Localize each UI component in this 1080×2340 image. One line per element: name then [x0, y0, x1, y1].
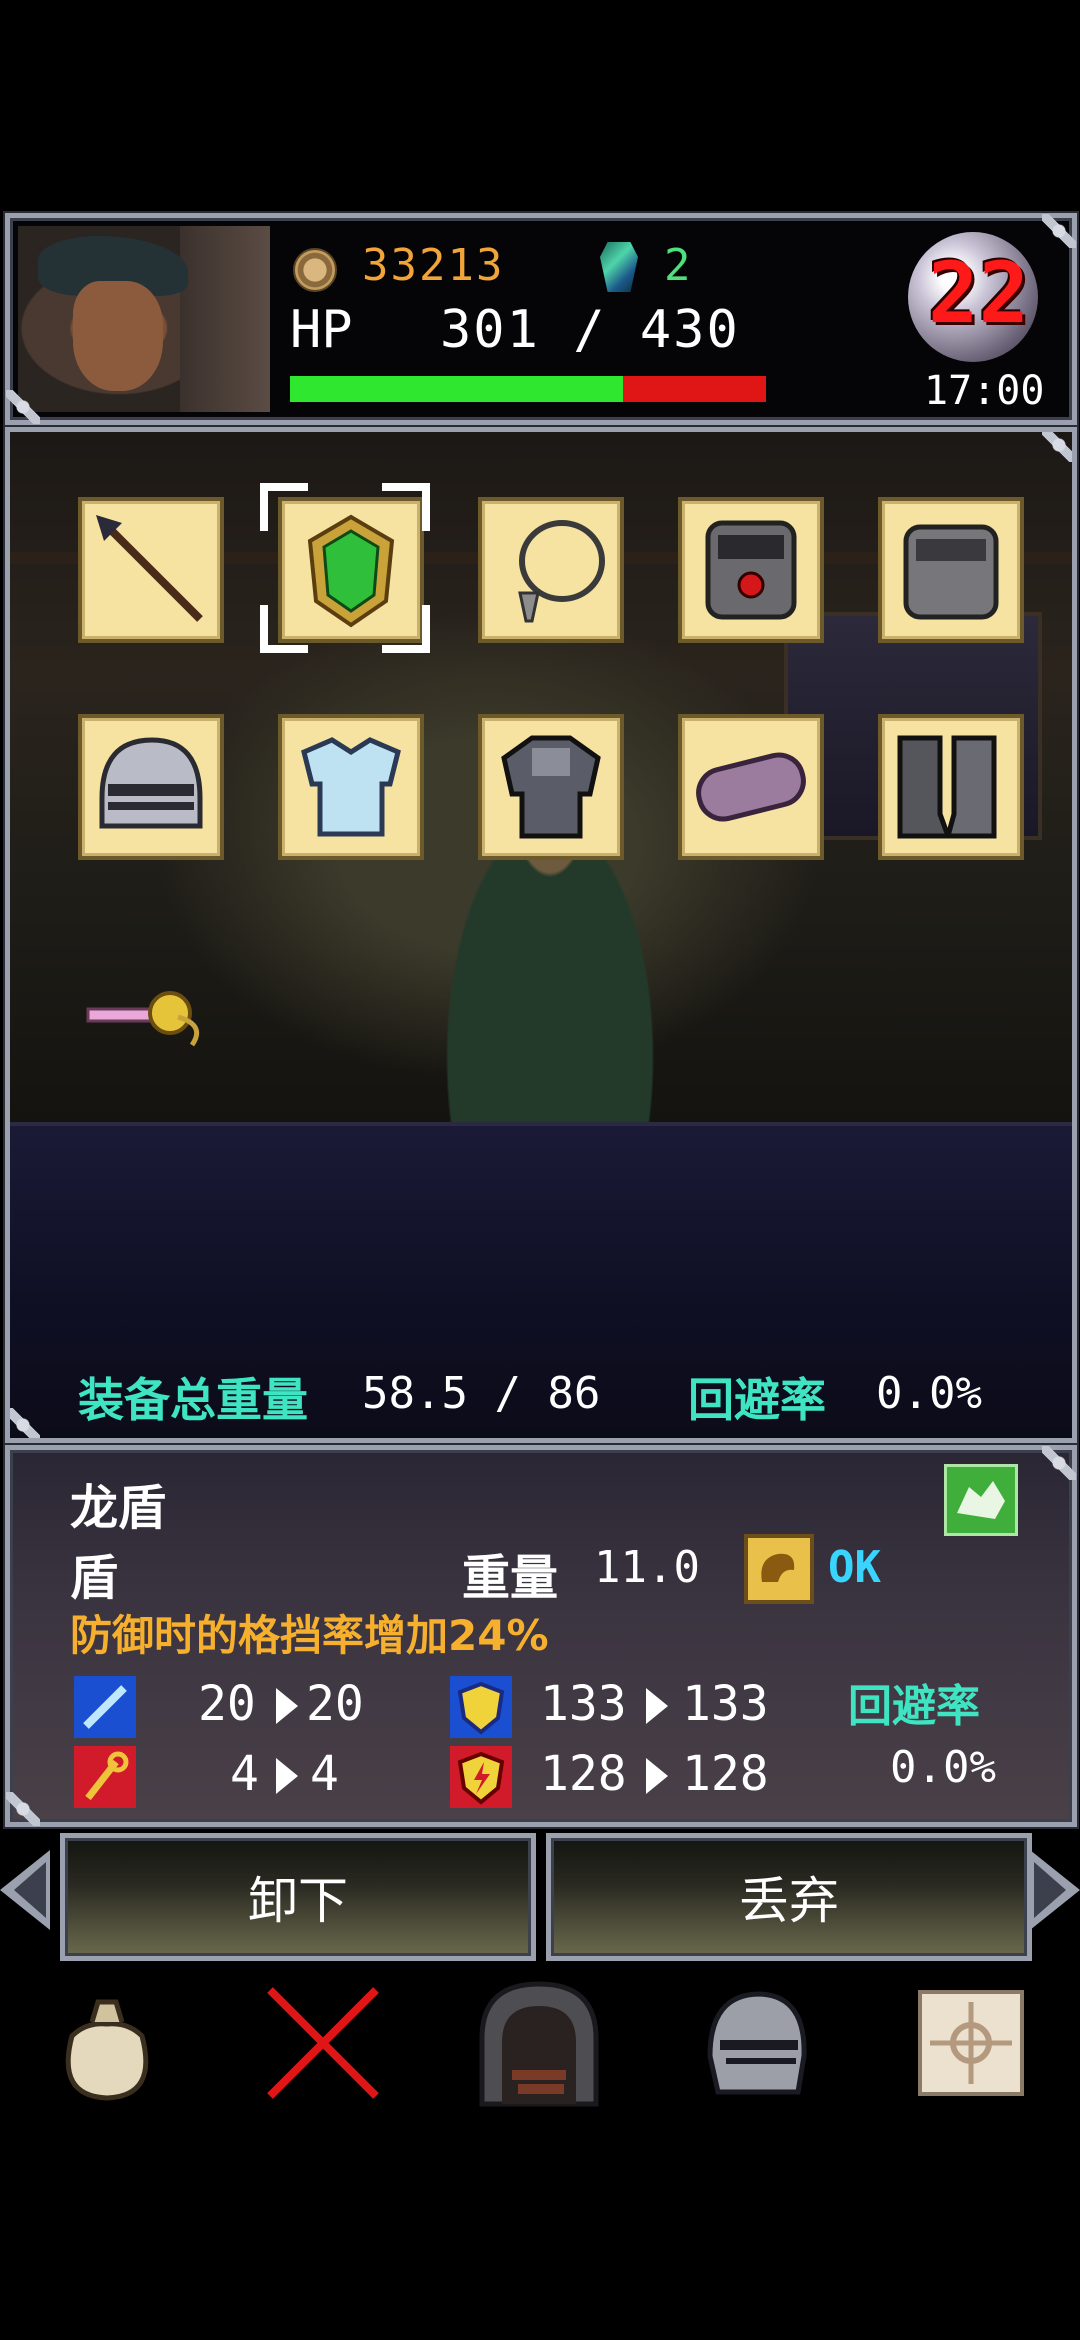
coin-count: 33213 [362, 240, 505, 291]
slot-spear[interactable] [78, 497, 224, 643]
coin-icon [293, 248, 337, 292]
frame-corner-ornament [6, 390, 40, 424]
arrow-right-icon [276, 1688, 298, 1724]
purple-gauntlet-icon [696, 752, 806, 822]
attack-new: 20 [306, 1676, 364, 1732]
equipment-button[interactable] [690, 1978, 820, 2108]
gem-count: 2 [664, 240, 691, 291]
slot-pendant[interactable] [478, 497, 624, 643]
item-weight-value: 11.0 [594, 1542, 700, 1593]
equipment-panel: 装备总重量 58.5 / 86 回避率 0.0% [5, 427, 1077, 1443]
staff-icon [74, 1746, 136, 1808]
slot-dark-armor[interactable] [478, 714, 624, 860]
pendant-icon [518, 520, 605, 623]
strength-icon [744, 1534, 814, 1604]
evasion-value: 0.0% [876, 1368, 982, 1419]
magic-shield-icon [450, 1746, 512, 1808]
gem-icon [600, 242, 638, 292]
item-detail-panel: 龙盾 盾 重量 11.0 OK 防御时的格挡率增加24% 20 20 133 1… [5, 1445, 1077, 1827]
iron-boots-icon [897, 735, 997, 839]
defense-current: 133 [540, 1676, 627, 1732]
slot-rapier[interactable] [78, 947, 216, 1085]
slot-steel-helmet[interactable] [78, 714, 224, 860]
attack-current: 20 [198, 1676, 256, 1732]
slot-purple-gauntlet[interactable] [678, 714, 824, 860]
frame-corner-ornament [6, 1792, 40, 1826]
magic-defense-current: 128 [540, 1746, 627, 1802]
item-name: 龙盾 [70, 1480, 167, 1536]
iron-bracer-icon [903, 524, 999, 620]
dark-armor-icon [501, 735, 601, 839]
shield-icon [450, 1676, 512, 1738]
item-weight-label: 重量 [462, 1550, 559, 1606]
hp-bar-fill [290, 376, 624, 402]
requirement-ok-label: OK [828, 1542, 881, 1593]
evasion-label: 回避率 [688, 1373, 826, 1427]
map-button[interactable] [906, 1978, 1036, 2108]
left-ornament-icon [0, 1850, 50, 1930]
selection-bracket [382, 483, 430, 531]
red-gem-bracer-icon [705, 520, 797, 620]
selection-bracket [382, 605, 430, 653]
magic-defense-new: 128 [682, 1746, 769, 1802]
evasion-label: 回避率 [848, 1681, 980, 1732]
selection-bracket [260, 483, 308, 531]
unequip-button[interactable]: 卸下 [60, 1833, 536, 1961]
hp-value: 301 / 430 [440, 300, 740, 360]
sword-icon [74, 1676, 136, 1738]
discard-button[interactable]: 丢弃 [546, 1833, 1032, 1961]
frame-corner-ornament [10, 1408, 40, 1438]
bag-icon [65, 1999, 149, 2101]
day-counter: 22 [928, 244, 1030, 342]
slot-blue-plate-armor[interactable] [278, 714, 424, 860]
portrait-face [73, 281, 163, 391]
dragon-emblem-icon [944, 1464, 1018, 1536]
steel-helmet-icon [99, 737, 203, 829]
arrow-right-icon [646, 1688, 668, 1724]
frame-corner-ornament [1042, 1446, 1076, 1480]
close-button[interactable] [258, 1978, 388, 2108]
total-weight-label: 装备总重量 [78, 1373, 308, 1427]
status-header: 33213 2 HP 301 / 430 22 17:00 [5, 213, 1077, 425]
item-description: 防御时的格挡率增加24% [70, 1611, 549, 1660]
dungeon-door-icon [479, 1981, 599, 2107]
defense-new: 133 [682, 1676, 769, 1732]
magic-current: 4 [230, 1746, 259, 1802]
hero-portrait[interactable] [18, 226, 270, 412]
item-type: 盾 [70, 1550, 119, 1606]
spear-icon [96, 515, 203, 622]
hp-label: HP [290, 300, 353, 360]
game-clock: 17:00 [924, 368, 1045, 414]
knight-helmet-icon [707, 1991, 807, 2095]
slot-iron-boots[interactable] [878, 714, 1024, 860]
magic-new: 4 [310, 1746, 339, 1802]
close-icon [267, 1987, 379, 2099]
frame-corner-ornament [1042, 214, 1076, 248]
slot-iron-bracer[interactable] [878, 497, 1024, 643]
rapier-icon [86, 991, 200, 1047]
dungeon-button[interactable] [474, 1978, 604, 2108]
inventory-bag-button[interactable] [42, 1978, 172, 2108]
arrow-right-icon [276, 1758, 298, 1794]
slot-red-gem-bracer[interactable] [678, 497, 824, 643]
evasion-value: 0.0% [890, 1742, 996, 1793]
blue-plate-armor-icon [301, 737, 401, 837]
hp-bar [290, 376, 766, 402]
portrait-hood [180, 226, 270, 412]
right-ornament-icon [1030, 1850, 1080, 1930]
total-weight-value: 58.5 / 86 [362, 1368, 601, 1419]
frame-corner-ornament [1042, 432, 1072, 462]
map-icon [918, 1990, 1024, 2096]
selection-bracket [260, 605, 308, 653]
arrow-right-icon [646, 1758, 668, 1794]
